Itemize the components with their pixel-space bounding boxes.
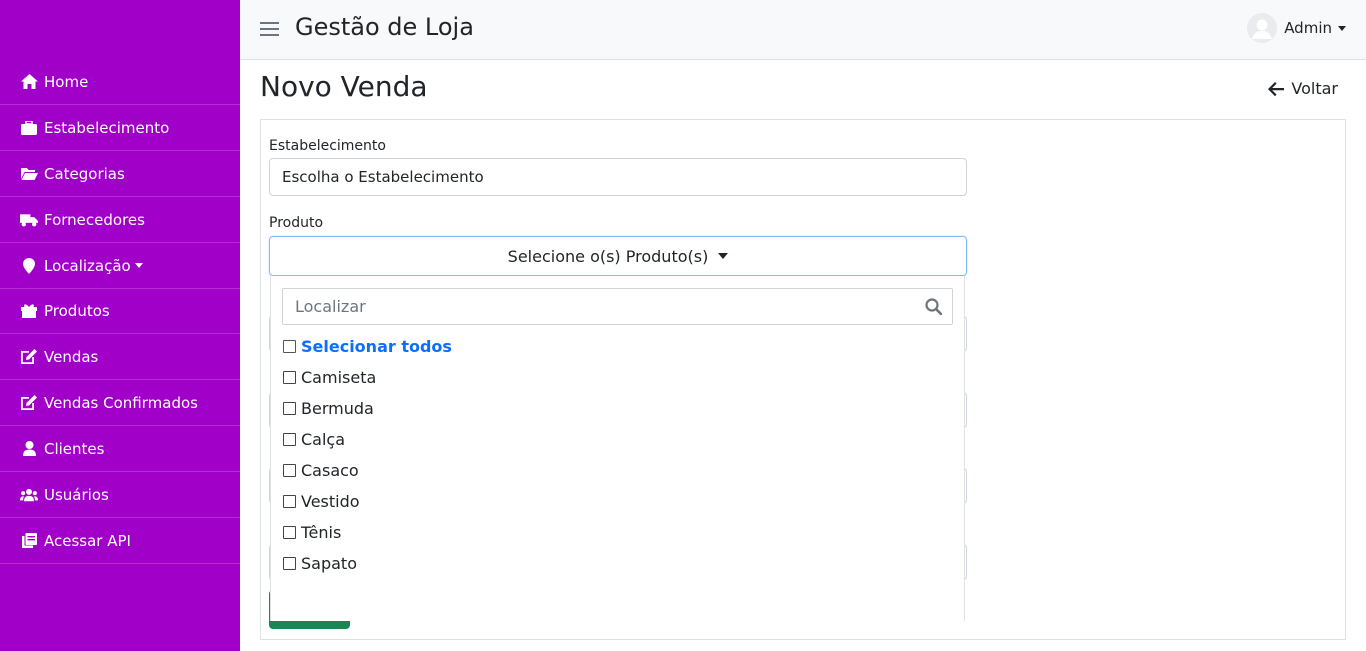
sidebar-item-clientes[interactable]: Clientes (0, 426, 240, 472)
option-label: Casaco (301, 460, 359, 480)
edit-icon (20, 395, 38, 411)
sidebar-item-estabelecimento[interactable]: Estabelecimento (0, 105, 240, 151)
option-label: Selecionar todos (301, 336, 452, 356)
sidebar-item-label: Acessar API (44, 531, 131, 550)
folder-open-icon (20, 166, 38, 182)
option-label: Bermuda (301, 398, 374, 418)
sidebar-item-usuarios[interactable]: Usuários (0, 472, 240, 518)
select-all-option[interactable]: Selecionar todos (283, 335, 452, 357)
list-item[interactable]: Sapato (283, 552, 357, 574)
checkbox[interactable] (283, 370, 296, 384)
list-item[interactable]: Vestido (283, 490, 360, 512)
sidebar-item-vendas-confirmados[interactable]: Vendas Confirmados (0, 380, 240, 426)
truck-icon (20, 212, 38, 228)
estabelecimento-select[interactable]: Escolha o Estabelecimento (269, 158, 967, 196)
sidebar-item-vendas[interactable]: Vendas (0, 334, 240, 380)
sidebar-item-fornecedores[interactable]: Fornecedores (0, 197, 240, 243)
list-item[interactable]: Tênis (283, 521, 341, 543)
list-item[interactable]: Calça (283, 428, 345, 450)
option-label: Tênis (301, 522, 342, 542)
produto-select-label: Selecione o(s) Produto(s) (507, 246, 709, 266)
checkbox[interactable] (283, 432, 296, 446)
chevron-down-icon (134, 263, 143, 268)
topbar: Gestão de Loja Admin (240, 0, 1366, 60)
produto-label: Produto (269, 215, 324, 231)
sidebar-item-label: Vendas (44, 347, 99, 366)
search-box (282, 288, 953, 325)
sidebar-item-acessar-api[interactable]: Acessar API (0, 518, 240, 564)
chevron-down-icon (1338, 25, 1346, 31)
back-link-label: Voltar (1291, 79, 1338, 98)
sidebar-item-label: Localização (44, 256, 131, 275)
option-label: Calça (301, 429, 346, 449)
user-icon (20, 441, 38, 457)
chevron-down-icon (718, 253, 729, 259)
edit-icon (20, 349, 38, 365)
checkbox[interactable] (283, 463, 296, 477)
search-input[interactable] (295, 297, 895, 316)
option-label: Vestido (301, 491, 360, 511)
home-icon (20, 74, 38, 90)
list-item[interactable]: Camiseta (283, 366, 376, 388)
back-link[interactable]: Voltar (1268, 79, 1338, 98)
list-item[interactable]: Bermuda (283, 397, 374, 419)
sidebar-item-label: Categorias (44, 164, 125, 183)
gift-icon (20, 303, 38, 319)
checkbox[interactable] (283, 339, 296, 353)
search-icon (925, 298, 942, 315)
option-label: Camiseta (301, 367, 377, 387)
checkbox[interactable] (283, 556, 296, 570)
sidebar-item-label: Usuários (44, 485, 109, 504)
map-marker-icon (20, 257, 38, 274)
list-item[interactable]: Casaco (283, 459, 359, 481)
menu-toggle-icon[interactable] (260, 19, 280, 39)
app-title: Gestão de Loja (295, 13, 474, 41)
checkbox[interactable] (283, 401, 296, 415)
page-title: Novo Venda (260, 70, 428, 103)
users-icon (20, 487, 38, 503)
arrow-left-icon (1268, 81, 1285, 96)
sidebar-item-label: Fornecedores (44, 210, 145, 229)
sidebar-item-label: Estabelecimento (44, 118, 170, 137)
checkbox[interactable] (283, 494, 296, 508)
sidebar-item-home[interactable]: Home (0, 59, 240, 105)
sidebar-item-label: Vendas Confirmados (44, 393, 198, 412)
checkbox[interactable] (283, 525, 296, 539)
sidebar-item-label: Home (44, 72, 89, 91)
sidebar-item-label: Produtos (44, 301, 110, 320)
option-label: Sapato (301, 553, 357, 573)
sidebar-item-localizacao[interactable]: Localização (0, 243, 240, 289)
avatar (1247, 13, 1278, 43)
user-menu[interactable]: Admin (1247, 13, 1346, 43)
sidebar: Home Estabelecimento Categorias Forneced… (0, 0, 240, 651)
briefcase-icon (20, 120, 38, 136)
produto-dropdown-menu: Selecionar todos Camiseta Bermuda Calça … (270, 276, 965, 621)
sidebar-item-categorias[interactable]: Categorias (0, 151, 240, 197)
estabelecimento-label: Estabelecimento (269, 138, 386, 154)
sidebar-item-produtos[interactable]: Produtos (0, 288, 240, 334)
user-name: Admin (1284, 19, 1332, 37)
copy-icon (20, 533, 38, 549)
produto-multiselect-button[interactable]: Selecione o(s) Produto(s) (269, 236, 967, 276)
sidebar-item-label: Clientes (44, 439, 105, 458)
